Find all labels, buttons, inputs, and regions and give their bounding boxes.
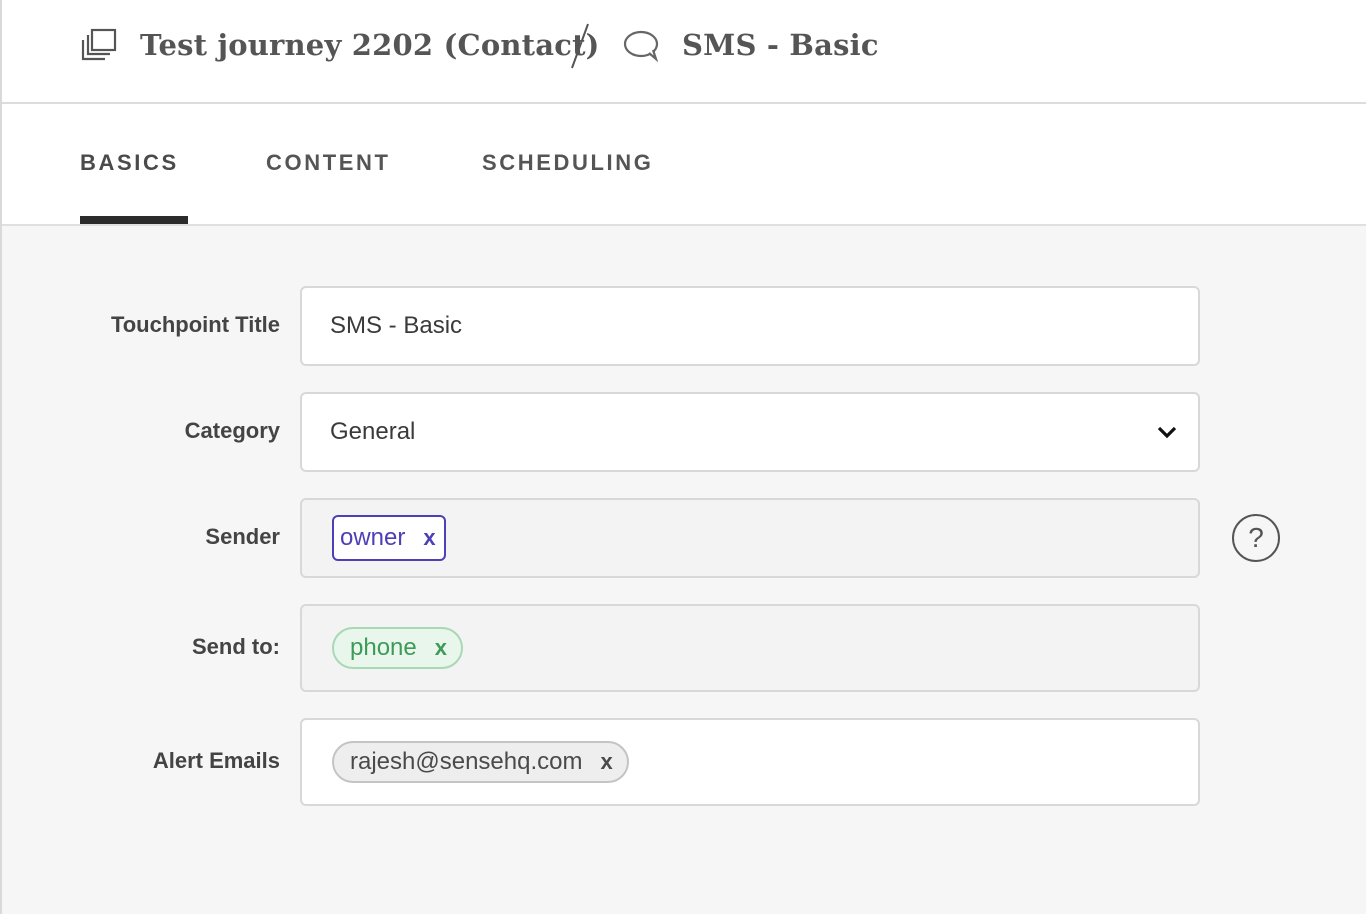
title-row: Touchpoint Title SMS - Basic	[0, 286, 1366, 366]
sender-chip-label: owner	[340, 524, 406, 551]
chat-bubble-icon	[622, 26, 660, 64]
sender-field[interactable]: owner x	[300, 498, 1200, 578]
send-to-chip-label: phone	[350, 634, 417, 661]
tab-scheduling[interactable]: SCHEDULING	[482, 150, 653, 176]
title-input[interactable]: SMS - Basic	[300, 286, 1200, 366]
sender-row: Sender owner x ?	[0, 498, 1366, 578]
tab-bar: BASICS CONTENT SCHEDULING	[2, 104, 1366, 226]
send-to-label: Send to:	[192, 634, 280, 659]
remove-send-to-chip-button[interactable]: x	[435, 635, 447, 661]
journey-title: Test journey 2202 (Contact)	[140, 28, 600, 62]
alert-emails-label: Alert Emails	[152, 748, 280, 773]
active-tab-indicator	[80, 216, 188, 224]
alert-emails-row: Alert Emails rajesh@sensehq.com x	[0, 718, 1366, 806]
breadcrumb-journey[interactable]: Test journey 2202 (Contact)	[80, 22, 600, 68]
category-select[interactable]: General	[300, 392, 1200, 472]
remove-sender-chip-button[interactable]: x	[423, 525, 435, 551]
title-label: Touchpoint Title	[110, 312, 280, 337]
breadcrumb-separator	[571, 23, 589, 69]
alert-emails-field[interactable]: rajesh@sensehq.com x	[300, 718, 1200, 806]
tab-basics[interactable]: BASICS	[80, 150, 179, 176]
category-label: Category	[184, 418, 280, 443]
help-icon[interactable]: ?	[1232, 514, 1280, 562]
send-to-row: Send to: phone x	[0, 604, 1366, 692]
send-to-chip-phone: phone x	[332, 627, 463, 669]
help-icon-glyph: ?	[1248, 522, 1264, 553]
breadcrumb-step[interactable]: SMS - Basic	[622, 22, 879, 68]
chevron-down-icon	[1157, 426, 1177, 439]
sender-chip-owner: owner x	[332, 515, 446, 561]
page-header: Test journey 2202 (Contact) SMS - Basic	[2, 0, 1366, 104]
alert-email-chip: rajesh@sensehq.com x	[332, 741, 629, 783]
title-value: SMS - Basic	[330, 312, 463, 339]
category-value: General	[330, 418, 416, 445]
sender-label: Sender	[205, 524, 280, 549]
remove-alert-email-chip-button[interactable]: x	[600, 749, 612, 775]
send-to-field[interactable]: phone x	[300, 604, 1200, 692]
alert-email-chip-label: rajesh@sensehq.com	[350, 748, 583, 775]
category-row: Category General	[0, 392, 1366, 472]
journey-stack-icon	[80, 26, 118, 64]
step-title: SMS - Basic	[682, 28, 879, 62]
tab-content[interactable]: CONTENT	[266, 150, 391, 176]
